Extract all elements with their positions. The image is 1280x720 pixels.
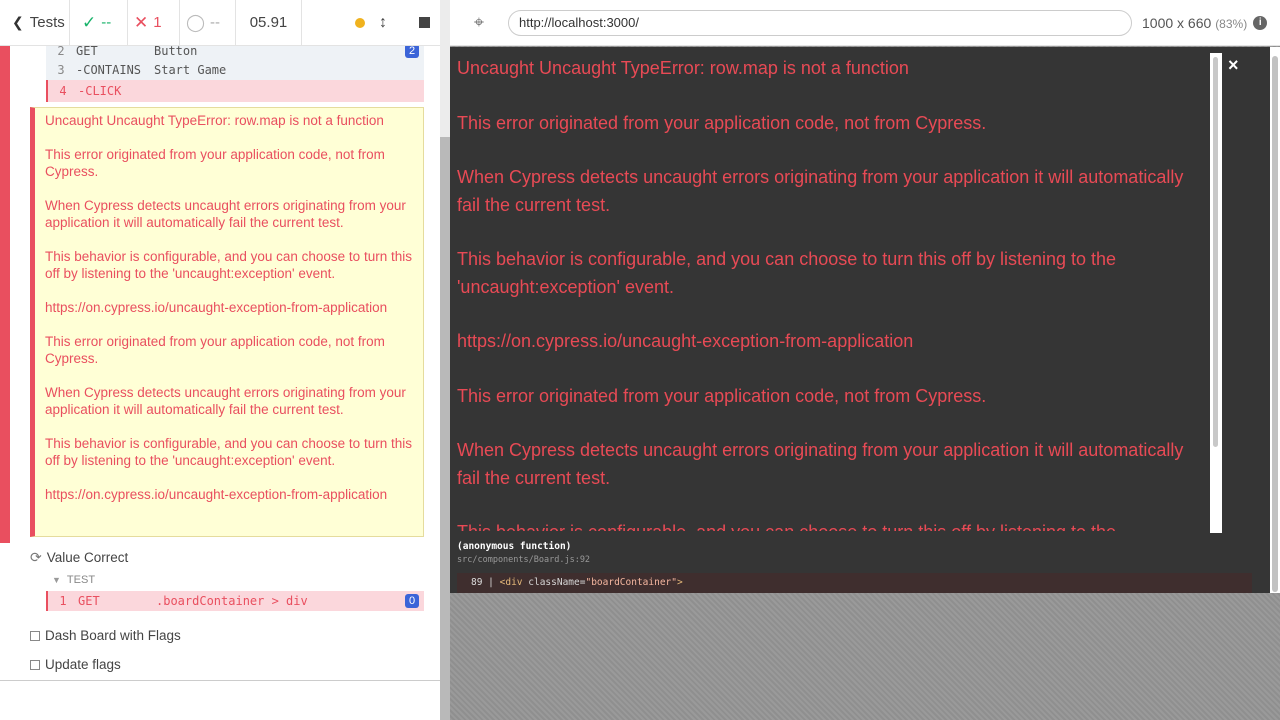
crosshair-icon[interactable]: ⌖ [450,12,508,33]
error-message-box[interactable]: Uncaught Uncaught TypeError: row.map is … [30,107,424,537]
duration: 05.91 [236,0,302,45]
reporter-controls: ↕ [302,0,440,45]
resize-vertical-icon[interactable]: ↕ [379,14,387,32]
passed-count: -- [101,14,112,31]
chevron-left-icon: ❮ [12,14,24,30]
reporter-scrollbar[interactable] [440,137,450,720]
passed-stat[interactable]: ✓ -- [70,0,128,45]
tests-label: Tests [29,14,65,31]
stack-file-link[interactable]: src/components/Board.js:92 [457,555,590,565]
failed-test-indicator [0,46,10,543]
stop-icon[interactable] [419,17,430,28]
reporter-panel: ❮ Tests ✓ -- ✕ 1 ◯ -- 05.91 ↕ 2 GET Butt [0,0,440,720]
url-input[interactable]: http://localhost:3000/ [508,9,1132,36]
url-bar: ⌖ http://localhost:3000/ 1000 x 660 (83%… [450,0,1280,46]
command-row-failed[interactable]: 4 -CLICK [46,80,424,102]
app-preview: ⌖ http://localhost:3000/ 1000 x 660 (83%… [450,0,1280,720]
test-update-flags[interactable]: Update flags [30,657,121,672]
pending-circle-icon: ◯ [186,12,206,32]
command-row[interactable]: 3 -CONTAINS Start Game [46,59,424,81]
close-icon[interactable]: × [1228,55,1239,76]
checkbox-icon [30,630,40,641]
element-count-badge: 0 [405,594,419,608]
checkbox-icon [30,659,40,670]
viewport-size: 1000 x 660 (83%) [1142,14,1248,31]
refresh-icon: ⟳ [30,549,42,565]
overlay-scrollbar-thumb[interactable] [1213,57,1218,447]
element-count-badge: 2 [405,46,419,58]
overlay-message: Uncaught Uncaught TypeError: row.map is … [457,58,1184,531]
command-row-failed[interactable]: 1 GET .boardContainer > div 0 [46,591,424,611]
running-indicator-icon [355,17,365,28]
check-icon: ✓ [82,12,97,32]
test-section-toggle[interactable]: ▼ TEST [52,574,95,586]
reporter-body: 2 GET Button 2 3 -CONTAINS Start Game 4 … [0,46,440,680]
failed-count: 1 [153,14,162,31]
preview-scrollbar-thumb[interactable] [1272,56,1278,592]
x-icon: ✕ [134,12,149,32]
reporter-header: ❮ Tests ✓ -- ✕ 1 ◯ -- 05.91 ↕ [0,0,440,46]
reporter-divider [0,680,440,681]
stack-function: (anonymous function) [457,541,572,552]
error-overlay: Uncaught Uncaught TypeError: row.map is … [450,47,1270,593]
tests-link[interactable]: ❮ Tests [0,0,70,45]
pending-count: -- [210,14,221,31]
code-frame: 89 | <div className="boardContainer"> [457,573,1252,593]
test-dash-board[interactable]: Dash Board with Flags [30,628,181,643]
failed-stat[interactable]: ✕ 1 [128,0,180,45]
caret-down-icon: ▼ [52,575,61,585]
info-icon[interactable]: i [1253,15,1268,30]
pending-stat[interactable]: ◯ -- [180,0,236,45]
test-value-correct[interactable]: ⟳ Value Correct [30,549,128,566]
